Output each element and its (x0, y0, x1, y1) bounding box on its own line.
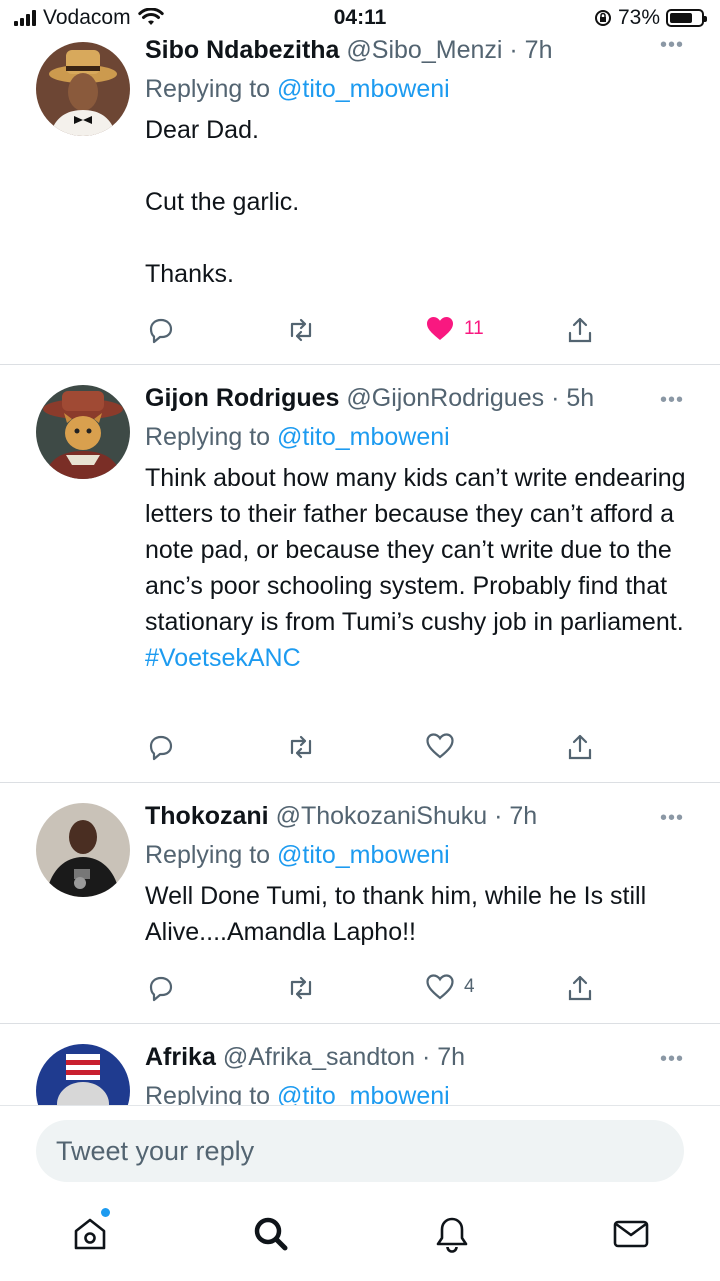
retweet-icon (290, 318, 312, 342)
author-name[interactable]: Gijon Rodrigues (145, 384, 339, 412)
replying-to: Replying to @tito_mboweni (145, 75, 450, 103)
reply-input[interactable]: Tweet your reply (36, 1120, 684, 1182)
avatar[interactable] (36, 42, 130, 136)
tweet-text: Well Done Tumi, to thank him, while he I… (145, 882, 647, 946)
retweet-button[interactable] (285, 316, 317, 344)
retweet-button[interactable] (285, 974, 317, 1002)
more-options-icon[interactable]: ••• (660, 389, 684, 412)
new-content-dot (101, 1208, 110, 1217)
author-name[interactable]: Afrika (145, 1043, 216, 1071)
avatar[interactable] (36, 803, 130, 897)
share-button[interactable] (566, 733, 594, 761)
share-icon (568, 734, 592, 760)
orientation-lock-icon (594, 10, 611, 26)
tweet-header: Gijon Rodrigues @GijonRodrigues · 5h (145, 381, 690, 415)
reply-button[interactable] (147, 316, 175, 344)
replying-to-handle[interactable]: @tito_mboweni (277, 423, 450, 451)
share-button[interactable] (566, 974, 594, 1002)
hashtag-link[interactable]: #VoetsekANC (145, 644, 301, 672)
reply-button[interactable] (147, 974, 175, 1002)
tweet-time: · 7h (494, 802, 538, 830)
like-button[interactable]: 4 (426, 974, 475, 1000)
retweet-icon (290, 735, 312, 759)
avatar[interactable] (36, 385, 130, 479)
share-icon (568, 317, 592, 343)
author-name[interactable]: Thokozani (145, 802, 269, 830)
author-handle[interactable]: @ThokozaniShuku (276, 802, 488, 830)
retweet-icon (290, 976, 312, 1000)
avatar[interactable] (36, 1044, 130, 1105)
retweet-button[interactable] (285, 733, 317, 761)
tweet[interactable]: ••• Gijon Rodrigues @GijonRodrigues · 5h… (0, 365, 720, 783)
tweet-time: · 5h (551, 384, 595, 412)
reply-feed[interactable]: ••• Sibo Ndabezitha @Sibo_Menzi · 7h Rep… (0, 30, 720, 1105)
replying-to-handle[interactable]: @tito_mboweni (277, 1082, 450, 1105)
tab-home[interactable] (68, 1208, 112, 1256)
heart-icon (426, 974, 454, 1000)
replying-to-handle[interactable]: @tito_mboweni (277, 75, 450, 103)
messages-icon (613, 1220, 649, 1248)
tab-notifications[interactable] (430, 1212, 474, 1256)
home-icon (74, 1218, 106, 1250)
battery-icon (666, 9, 707, 27)
like-button[interactable]: 11 (426, 316, 484, 342)
replying-to: Replying to @tito_mboweni (145, 423, 450, 451)
heart-filled-icon (427, 317, 453, 340)
reply-button[interactable] (147, 733, 175, 761)
author-handle[interactable]: @GijonRodrigues (346, 384, 544, 412)
author-handle[interactable]: @Afrika_sandton (223, 1043, 415, 1071)
tweet[interactable]: ••• Sibo Ndabezitha @Sibo_Menzi · 7h Rep… (0, 30, 720, 365)
tweet-text: Think about how many kids can’t write en… (145, 464, 686, 672)
heart-icon (426, 733, 454, 759)
tab-search[interactable] (249, 1212, 293, 1256)
tab-messages[interactable] (609, 1212, 653, 1256)
tweet-header: Thokozani @ThokozaniShuku · 7h (145, 799, 690, 833)
notifications-icon (436, 1217, 468, 1253)
like-count: 11 (464, 318, 484, 339)
tweet-text: Dear Dad. Cut the garlic. Thanks. (145, 116, 300, 288)
tab-bar (0, 1204, 720, 1264)
more-options-icon[interactable]: ••• (660, 807, 684, 830)
tweet-header: Sibo Ndabezitha @Sibo_Menzi · 7h (145, 33, 690, 67)
tweet-header: Afrika @Afrika_sandton · 7h (145, 1040, 690, 1074)
tweet[interactable]: ••• Thokozani @ThokozaniShuku · 7h Reply… (0, 783, 720, 1024)
search-icon (254, 1217, 288, 1251)
tweet-time: · 7h (509, 36, 553, 64)
reply-icon (149, 976, 173, 1002)
tweet-actions (0, 719, 720, 779)
more-options-icon[interactable]: ••• (660, 1048, 684, 1071)
replying-to-handle[interactable]: @tito_mboweni (277, 841, 450, 869)
share-icon (568, 975, 592, 1001)
author-name[interactable]: Sibo Ndabezitha (145, 36, 339, 64)
tweet-time: · 7h (421, 1043, 466, 1071)
replying-to: Replying to @tito_mboweni (145, 841, 450, 869)
reply-icon (149, 318, 173, 344)
like-button[interactable] (426, 733, 464, 759)
like-count: 4 (464, 976, 475, 997)
replying-to: Replying to @tito_mboweni (145, 1078, 690, 1105)
tweet-actions: 11 (0, 302, 720, 362)
battery-percent: 73% (617, 6, 660, 29)
share-button[interactable] (566, 316, 594, 344)
bottom-bar: Tweet your reply (0, 1105, 720, 1281)
tweet-actions: 4 (0, 960, 720, 1020)
reply-icon (149, 735, 173, 761)
more-options-icon[interactable]: ••• (660, 34, 684, 57)
tweet[interactable]: ••• Afrika @Afrika_sandton · 7h Replying… (0, 1024, 720, 1105)
author-handle[interactable]: @Sibo_Menzi (346, 36, 502, 64)
